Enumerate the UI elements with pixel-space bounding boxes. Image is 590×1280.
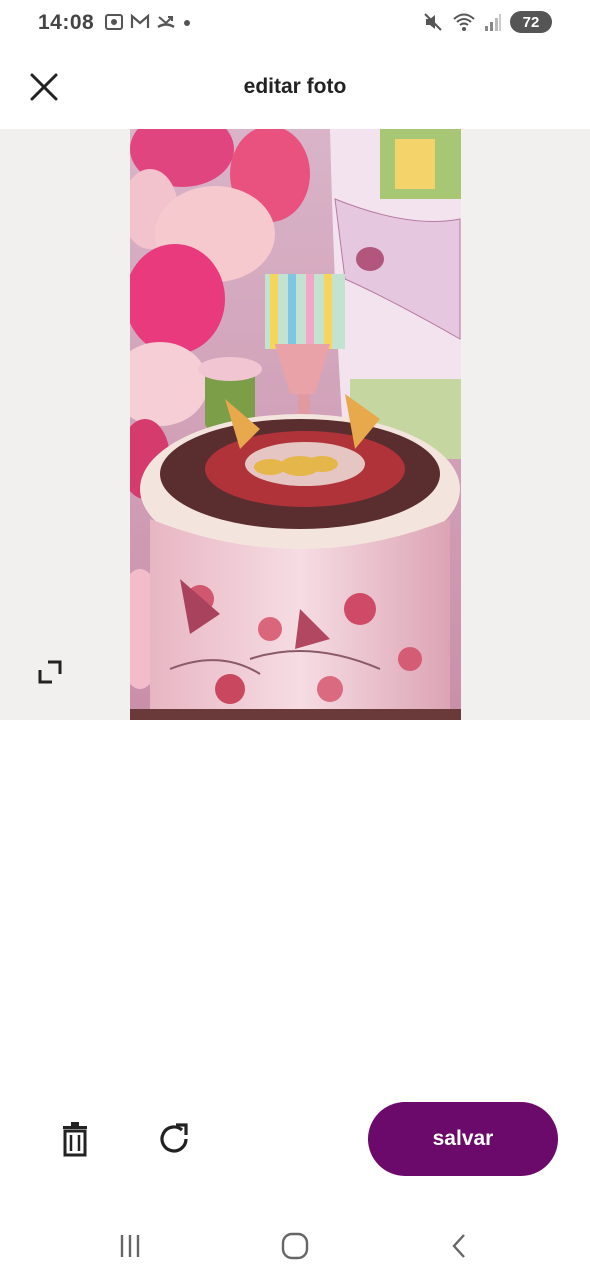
signal-icon	[485, 14, 501, 31]
rotate-button[interactable]	[150, 1115, 198, 1163]
mute-icon	[424, 13, 442, 31]
gmail-icon	[130, 13, 150, 28]
battery-indicator: 72	[510, 11, 552, 33]
screenshot-icon	[105, 14, 123, 30]
header: editar foto	[0, 48, 590, 128]
rotate-icon	[160, 1123, 188, 1153]
home-button[interactable]	[275, 1228, 315, 1264]
notification-icons	[104, 12, 192, 32]
photo-area	[0, 129, 590, 720]
trash-icon	[63, 1122, 87, 1157]
delete-button[interactable]	[51, 1115, 99, 1163]
back-icon	[452, 1234, 465, 1258]
navigation-bar	[0, 1212, 590, 1280]
party-photo	[130, 129, 461, 720]
page-title: editar foto	[243, 75, 347, 98]
status-bar: 14:08 72	[0, 0, 590, 48]
expand-button[interactable]	[30, 652, 70, 692]
missed-call-icon	[157, 16, 175, 29]
status-time: 14:08	[38, 11, 95, 34]
recents-button[interactable]	[110, 1228, 150, 1264]
save-button[interactable]: salvar	[368, 1102, 558, 1176]
expand-icon	[38, 660, 62, 684]
photo-preview[interactable]	[130, 129, 461, 720]
dot-icon	[184, 20, 190, 26]
wifi-icon	[453, 13, 475, 31]
home-icon	[281, 1232, 309, 1260]
back-button[interactable]	[440, 1228, 480, 1264]
system-icons: 72	[422, 11, 552, 33]
recents-icon	[120, 1235, 140, 1257]
